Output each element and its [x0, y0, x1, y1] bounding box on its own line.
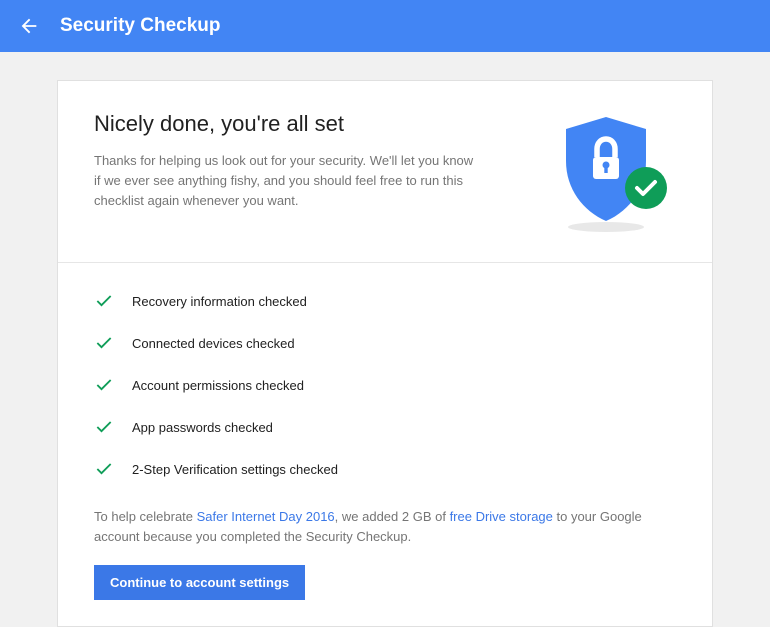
shield-lock-icon [546, 111, 676, 236]
promo-text: To help celebrate Safer Internet Day 201… [58, 507, 712, 565]
completion-description: Thanks for helping us look out for your … [94, 151, 474, 211]
continue-button[interactable]: Continue to account settings [94, 565, 305, 600]
checklist-item-label: Recovery information checked [132, 294, 307, 309]
checklist-item-label: Connected devices checked [132, 336, 295, 351]
page-title: Security Checkup [60, 15, 221, 37]
checklist-item-label: Account permissions checked [132, 378, 304, 393]
button-row: Continue to account settings [58, 565, 712, 626]
promo-prefix: To help celebrate [94, 509, 197, 524]
promo-mid: , we added 2 GB of [335, 509, 450, 524]
checklist-item-label: 2-Step Verification settings checked [132, 462, 338, 477]
card-header: Nicely done, you're all set Thanks for h… [58, 81, 712, 263]
checkmark-icon [94, 459, 114, 479]
checkmark-icon [94, 417, 114, 437]
checklist: Recovery information checked Connected d… [58, 263, 712, 507]
completion-card: Nicely done, you're all set Thanks for h… [57, 80, 713, 627]
checklist-item: App passwords checked [94, 417, 676, 437]
completion-title: Nicely done, you're all set [94, 111, 522, 137]
checklist-item-label: App passwords checked [132, 420, 273, 435]
checklist-item: 2-Step Verification settings checked [94, 459, 676, 479]
checkmark-icon [94, 333, 114, 353]
checkmark-icon [94, 375, 114, 395]
back-arrow-icon[interactable] [18, 15, 40, 37]
app-header: Security Checkup [0, 0, 770, 52]
free-storage-link[interactable]: free Drive storage [450, 509, 553, 524]
checklist-item: Account permissions checked [94, 375, 676, 395]
safer-internet-link[interactable]: Safer Internet Day 2016 [197, 509, 335, 524]
checkmark-icon [94, 291, 114, 311]
checklist-item: Recovery information checked [94, 291, 676, 311]
checklist-item: Connected devices checked [94, 333, 676, 353]
